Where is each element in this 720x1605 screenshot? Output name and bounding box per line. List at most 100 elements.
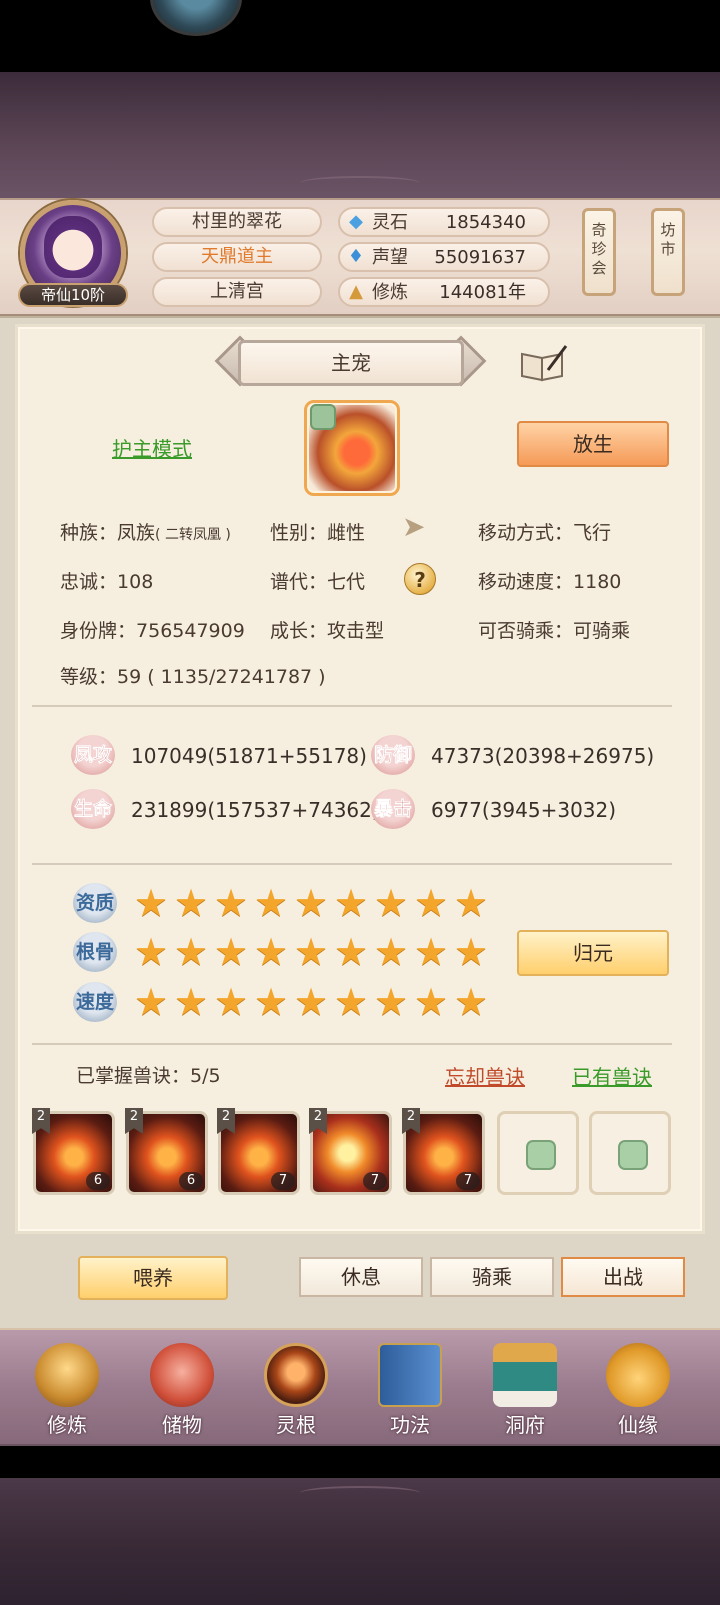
level-row: 等级：59 ( 1135/27241787 ) bbox=[60, 662, 326, 689]
star-icon: ★ bbox=[173, 980, 209, 1024]
nav-storage[interactable]: 储物 bbox=[132, 1333, 232, 1443]
lock-icon bbox=[526, 1140, 556, 1170]
nav-cultivate[interactable]: 修炼 bbox=[17, 1333, 117, 1443]
skill-slot-locked[interactable] bbox=[497, 1111, 579, 1195]
star-icon: ★ bbox=[253, 930, 289, 974]
move-row: 移动方式：飞行 bbox=[478, 518, 611, 545]
nav-cave-mansion[interactable]: 洞府 bbox=[475, 1333, 575, 1443]
nav-fate[interactable]: 仙缘 bbox=[588, 1333, 688, 1443]
book-quill-icon[interactable] bbox=[518, 344, 568, 384]
star-icon: ★ bbox=[333, 930, 369, 974]
generation-label: 谱代： bbox=[270, 571, 328, 593]
stat-crit-value: 6977(3945+3032) bbox=[431, 798, 617, 822]
nav-label: 灵根 bbox=[276, 1413, 316, 1437]
move-label: 移动方式： bbox=[478, 522, 574, 544]
guard-mode-link[interactable]: 护主模式 bbox=[112, 433, 192, 462]
nav-technique[interactable]: 功法 bbox=[360, 1333, 460, 1443]
skill-tier-badge: 2 bbox=[32, 1108, 50, 1134]
speed-label: 移动速度： bbox=[478, 571, 574, 593]
gender-value: 雌性 bbox=[327, 522, 366, 544]
skill-tier-badge: 2 bbox=[217, 1108, 235, 1134]
skill-slot[interactable]: 2 7 bbox=[217, 1108, 300, 1195]
star-icon: ★ bbox=[133, 980, 169, 1024]
skill-slot[interactable]: 2 6 bbox=[32, 1108, 115, 1195]
nav-spirit-root[interactable]: 灵根 bbox=[246, 1333, 346, 1443]
resource-label: 灵石 bbox=[372, 212, 408, 233]
reputation-icon: ♦ bbox=[347, 246, 365, 267]
level-label: 等级： bbox=[60, 666, 118, 688]
stat-defense-value: 47373(20398+26975) bbox=[431, 744, 655, 768]
skill-slot[interactable]: 2 7 bbox=[402, 1108, 485, 1195]
guiyuan-button[interactable]: 归元 bbox=[517, 930, 669, 976]
generation-row: 谱代：七代 bbox=[270, 567, 365, 594]
star-icon: ★ bbox=[133, 881, 169, 925]
star-icon: ★ bbox=[293, 980, 329, 1024]
bone-badge: 根骨 bbox=[73, 932, 117, 972]
spirit-root-icon bbox=[264, 1343, 328, 1407]
level-value: 59 ( 1135/27241787 ) bbox=[117, 666, 326, 688]
owned-skills-link[interactable]: 已有兽诀 bbox=[572, 1061, 652, 1090]
id-row: 身份牌：756547909 bbox=[60, 616, 245, 643]
resource-spirit-stone: ◆ 灵石 1854340 bbox=[338, 207, 550, 237]
skill-slot-locked[interactable] bbox=[589, 1111, 671, 1195]
speed-badge: 速度 bbox=[73, 982, 117, 1022]
skill-level: 6 bbox=[86, 1172, 110, 1190]
loyalty-row: 忠诚：108 bbox=[60, 567, 153, 594]
race-sub: ( 二转凤凰 ) bbox=[155, 527, 231, 543]
rideable-value: 可骑乘 bbox=[573, 620, 631, 642]
treasure-fair-button[interactable]: 奇珍会 bbox=[582, 208, 616, 296]
star-icon: ★ bbox=[213, 881, 249, 925]
rank-label: 帝仙10阶 bbox=[18, 283, 128, 307]
resource-cultivation: ▲ 修炼 144081年 bbox=[338, 277, 550, 307]
resource-reputation: ♦ 声望 55091637 bbox=[338, 242, 550, 272]
race-value: 凤族 bbox=[117, 522, 156, 544]
divider bbox=[32, 863, 672, 865]
nav-label: 洞府 bbox=[505, 1413, 545, 1437]
release-button[interactable]: 放生 bbox=[517, 421, 669, 467]
stat-hp-value: 231899(157537+74362) bbox=[131, 798, 380, 822]
cultivation-icon: ▲ bbox=[349, 281, 363, 302]
skill-tier-badge: 2 bbox=[125, 1108, 143, 1134]
aptitude-stars: ★ ★ ★ ★ ★ ★ ★ ★ ★ bbox=[133, 881, 489, 925]
panel-title: 主宠 bbox=[238, 340, 464, 386]
skill-tier-badge: 2 bbox=[309, 1108, 327, 1134]
skill-level: 7 bbox=[271, 1172, 295, 1190]
player-name: 村里的翠花 bbox=[152, 207, 322, 237]
star-icon: ★ bbox=[413, 980, 449, 1024]
loyalty-value: 108 bbox=[117, 571, 154, 593]
star-icon: ★ bbox=[213, 930, 249, 974]
feed-button[interactable]: 喂养 bbox=[78, 1256, 228, 1300]
generation-value: 七代 bbox=[327, 571, 366, 593]
arrow-right-icon[interactable]: ➤ bbox=[402, 512, 434, 542]
star-icon: ★ bbox=[253, 881, 289, 925]
resource-label: 修炼 bbox=[372, 282, 408, 303]
skill-slot[interactable]: 2 6 bbox=[125, 1108, 208, 1195]
market-button[interactable]: 坊市 bbox=[651, 208, 685, 296]
skill-tier-badge: 2 bbox=[402, 1108, 420, 1134]
ride-button[interactable]: 骑乘 bbox=[430, 1257, 554, 1297]
rideable-row: 可否骑乘：可骑乘 bbox=[478, 616, 630, 643]
star-icon: ★ bbox=[413, 881, 449, 925]
aptitude-badge: 资质 bbox=[73, 883, 117, 923]
star-icon: ★ bbox=[333, 980, 369, 1024]
technique-book-icon bbox=[378, 1343, 442, 1407]
forget-skill-link[interactable]: 忘却兽诀 bbox=[445, 1061, 525, 1090]
speed-value: 1180 bbox=[573, 571, 622, 593]
help-icon[interactable]: ? bbox=[404, 563, 436, 595]
rest-button[interactable]: 休息 bbox=[299, 1257, 423, 1297]
rideable-label: 可否骑乘： bbox=[478, 620, 574, 642]
growth-value: 攻击型 bbox=[327, 620, 385, 642]
resource-value: 144081年 bbox=[439, 282, 526, 303]
player-title: 天鼎道主 bbox=[152, 242, 322, 272]
gender-row: 性别：雌性 bbox=[270, 518, 365, 545]
stat-badge-crit: 暴击 bbox=[371, 789, 415, 829]
star-icon: ★ bbox=[453, 930, 489, 974]
star-icon: ★ bbox=[373, 930, 409, 974]
skill-slot[interactable]: 2 7 bbox=[309, 1108, 392, 1195]
battle-button[interactable]: 出战 bbox=[561, 1257, 685, 1297]
avatar-portrait bbox=[44, 216, 102, 278]
nav-label: 修炼 bbox=[47, 1413, 87, 1437]
id-label: 身份牌： bbox=[60, 620, 137, 642]
player-sect: 上清宫 bbox=[152, 277, 322, 307]
star-icon: ★ bbox=[173, 881, 209, 925]
